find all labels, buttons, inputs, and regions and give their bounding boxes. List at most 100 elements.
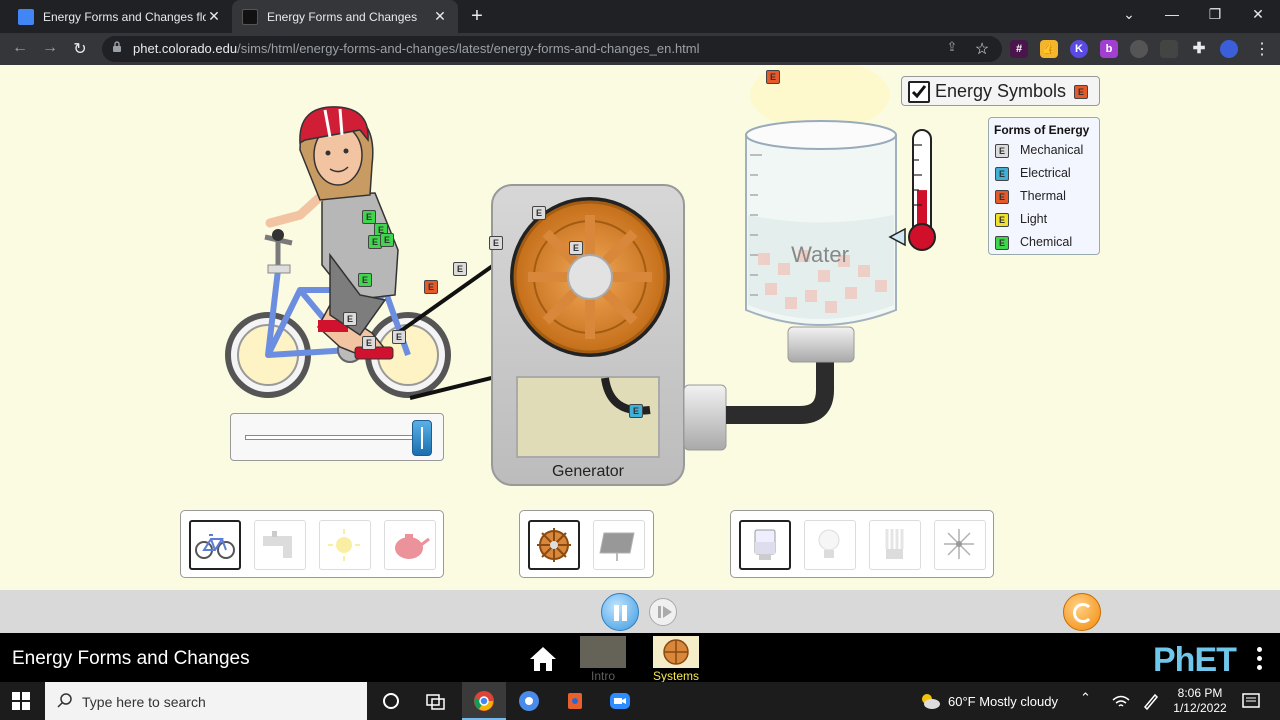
phet-logo[interactable]: PhET: [1153, 641, 1237, 680]
fluorescent-bulb-icon: [885, 529, 904, 559]
home-icon[interactable]: [528, 645, 558, 673]
screen-label: Intro: [590, 669, 615, 683]
energy-chunk-thermal-icon: E: [1074, 85, 1088, 99]
phet-navigation-bar: Energy Forms and Changes Intro Systems P…: [0, 633, 1280, 683]
cast-extension-icon[interactable]: [1160, 40, 1178, 58]
cyclist-speed-thumb[interactable]: [411, 420, 432, 456]
docs-icon: [18, 8, 34, 25]
tab-energy-forms[interactable]: Energy Forms and Changes ✕: [232, 0, 458, 33]
bookmark-star-icon[interactable]: ☆: [972, 39, 992, 59]
pen-icon[interactable]: [1140, 690, 1162, 712]
source-faucet-button[interactable]: [254, 520, 306, 570]
chrome-menu-icon[interactable]: ⋮: [1252, 39, 1272, 59]
task-view-icon[interactable]: [424, 690, 446, 712]
energy-chunk-thermal: E: [766, 70, 780, 84]
chrome-taskbar-button[interactable]: [462, 682, 506, 720]
energy-symbols-checkbox[interactable]: [908, 81, 930, 103]
legend-label: Light: [1020, 212, 1048, 226]
person-extension-icon[interactable]: [1130, 40, 1148, 58]
faucet-icon: [263, 531, 292, 558]
source-bicycle-button[interactable]: [189, 520, 241, 570]
reset-all-button[interactable]: [1063, 593, 1101, 631]
source-teapot-button[interactable]: [384, 520, 436, 570]
intro-screen-thumbnail: [580, 636, 626, 668]
generator-wheel-icon: [537, 528, 571, 562]
window-close-button[interactable]: ✕: [1248, 6, 1268, 23]
user-incandescent-bulb-button[interactable]: [804, 520, 856, 570]
solar-panel-icon: [599, 532, 635, 561]
tab-energy-flow[interactable]: Energy Forms and Changes flow ✕: [8, 0, 232, 33]
slack-extension-icon[interactable]: #: [1010, 40, 1028, 58]
windows-start-icon[interactable]: [12, 692, 30, 710]
chrome-alt-icon[interactable]: [518, 690, 540, 712]
energy-chunk-chemical: E: [358, 273, 372, 287]
maximize-button[interactable]: ❐: [1205, 6, 1225, 23]
user-fan-button[interactable]: [934, 520, 986, 570]
legend-item-chemical: E Chemical: [995, 234, 1099, 252]
source-sun-button[interactable]: [319, 520, 371, 570]
zoom-icon[interactable]: [609, 690, 631, 712]
tab-title: Energy Forms and Changes flow: [43, 9, 206, 24]
step-forward-button[interactable]: [649, 598, 677, 626]
screen-systems-button[interactable]: Systems: [653, 636, 699, 683]
k-extension-icon[interactable]: K: [1070, 40, 1088, 58]
b-extension-icon[interactable]: b: [1100, 40, 1118, 58]
time-control-bar: [0, 590, 1280, 633]
close-icon[interactable]: ✕: [432, 8, 448, 25]
chemical-chip-icon: E: [995, 236, 1009, 250]
checkmark-icon: [911, 85, 927, 99]
taskbar-search-box[interactable]: Type here to search: [45, 682, 367, 720]
cyclist-speed-panel: [230, 413, 444, 461]
reload-button[interactable]: ↻: [70, 39, 90, 59]
screen-intro-button[interactable]: Intro: [580, 636, 626, 683]
electrical-chip-icon: E: [995, 167, 1009, 181]
profile-avatar[interactable]: [1220, 40, 1238, 58]
legend-item-light: E Light: [995, 211, 1099, 229]
phet-menu-icon[interactable]: [1257, 647, 1263, 674]
close-icon[interactable]: ✕: [206, 8, 222, 25]
beaker-icon: [754, 529, 776, 560]
wifi-icon[interactable]: [1110, 690, 1132, 712]
weather-text[interactable]: 60°F Mostly cloudy: [948, 694, 1058, 709]
new-tab-button[interactable]: +: [466, 5, 488, 28]
forward-button[interactable]: →: [40, 39, 60, 57]
screen-label: Systems: [652, 669, 699, 683]
share-icon[interactable]: ⇪: [942, 39, 962, 55]
url-host: phet.colorado.edu: [133, 41, 238, 56]
energy-chunk-mechanical: E: [453, 262, 467, 276]
fan-icon: [944, 529, 974, 559]
energy-chunk-thermal: E: [424, 280, 438, 294]
energy-chunk-mechanical: E: [489, 236, 503, 250]
back-button[interactable]: ←: [10, 39, 30, 57]
sun-icon: [328, 529, 360, 561]
clock-time: 8:06 PM: [1177, 686, 1223, 700]
legend-item-mechanical: E Mechanical: [995, 142, 1099, 160]
tray-chevron-icon[interactable]: ⌃: [1080, 690, 1102, 712]
energy-chunk-mechanical: E: [343, 312, 357, 326]
clock-date: 1/12/2022: [1173, 701, 1227, 715]
converter-generator-button[interactable]: [528, 520, 580, 570]
weather-cloudy-icon[interactable]: [918, 690, 942, 712]
energy-chunk-mechanical: E: [362, 336, 376, 350]
windows-taskbar: Type here to search 60°F Mostly cloudy ⌃…: [0, 682, 1280, 720]
converter-solar-panel-button[interactable]: [593, 520, 645, 570]
user-fluorescent-bulb-button[interactable]: [869, 520, 921, 570]
minimize-button[interactable]: —: [1162, 6, 1182, 22]
energy-chunk-electrical: E: [629, 404, 643, 418]
legend-label: Electrical: [1020, 166, 1071, 180]
tab-search-icon[interactable]: ⌄: [1119, 6, 1139, 23]
thumbs-up-extension-icon[interactable]: 👍: [1040, 40, 1058, 58]
paint-app-icon[interactable]: [564, 690, 586, 712]
pause-button[interactable]: [601, 593, 639, 631]
cyclist-speed-track[interactable]: [245, 435, 431, 440]
browser-tab-bar: Energy Forms and Changes flow ✕ Energy F…: [0, 0, 1280, 33]
water-label: Water: [791, 242, 849, 267]
bicycle-icon: [195, 534, 235, 559]
energy-converter-carousel: [519, 510, 654, 578]
notification-icon[interactable]: [1240, 690, 1262, 712]
extensions-puzzle-icon[interactable]: ✚: [1190, 40, 1208, 58]
taskbar-clock[interactable]: 8:06 PM 1/12/2022: [1172, 686, 1228, 716]
energy-symbols-toggle[interactable]: Energy Symbols E: [901, 76, 1100, 106]
cortana-icon[interactable]: [380, 690, 402, 712]
user-beaker-button[interactable]: [739, 520, 791, 570]
